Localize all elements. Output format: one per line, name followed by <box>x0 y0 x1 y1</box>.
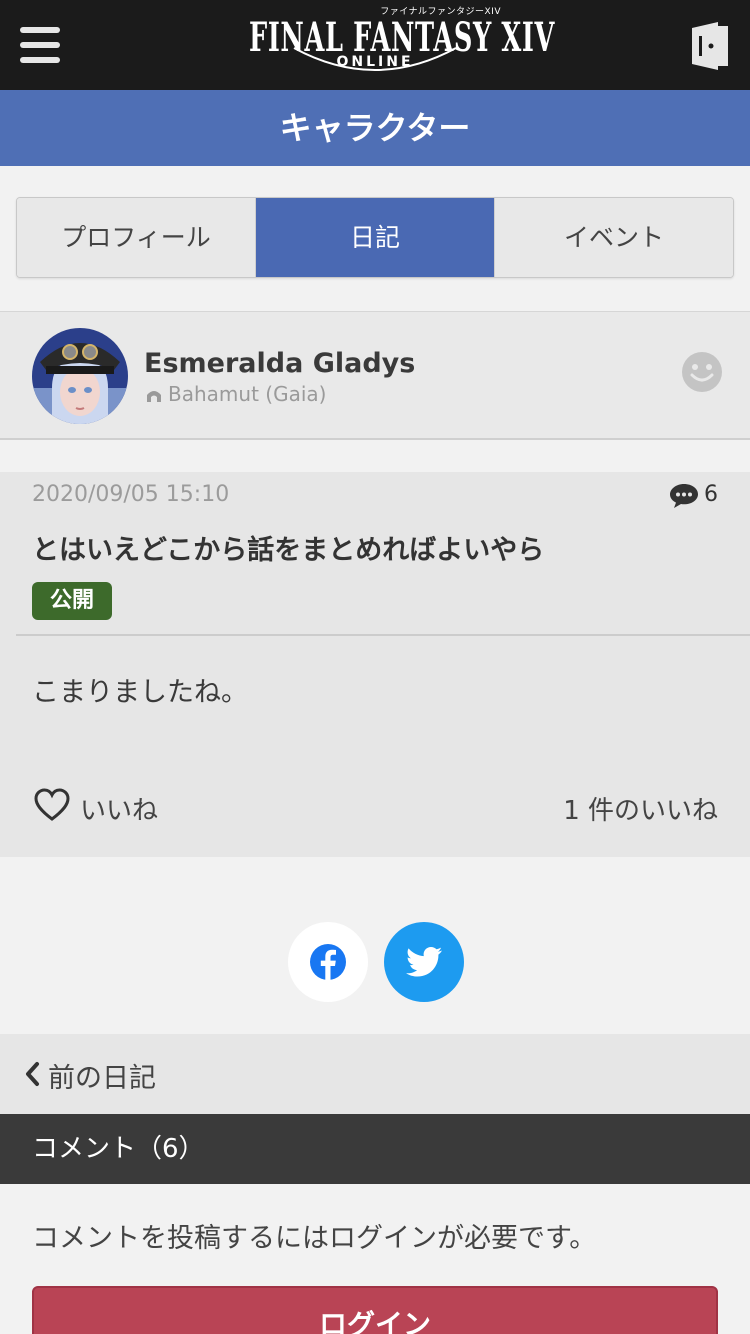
visibility-badge: 公開 <box>32 582 112 620</box>
character-card[interactable]: Esmeralda Gladys Bahamut (Gaia) <box>0 311 750 440</box>
comment-bubble-icon <box>670 484 698 508</box>
diary-title: とはいえどこから話をまとめればよいやら <box>32 535 545 566</box>
character-world: Bahamut (Gaia) <box>168 382 327 406</box>
login-required-note: コメントを投稿するにはログインが必要です。 <box>32 1223 597 1254</box>
home-world-icon <box>147 391 161 402</box>
share-twitter-button[interactable] <box>384 922 464 1002</box>
like-button[interactable]: いいね <box>80 790 158 827</box>
top-bar: ファイナルファンタジーXIV FINAL FANTASY XIV ONLINE <box>0 0 750 90</box>
logout-door-icon[interactable] <box>690 22 730 70</box>
divider <box>16 634 750 636</box>
page-title: キャラクター <box>0 90 750 166</box>
character-tabs: プロフィール 日記 イベント <box>16 197 734 278</box>
facebook-icon <box>310 944 346 980</box>
tab-event[interactable]: イベント <box>495 198 733 277</box>
like-count[interactable]: 1 件のいいね <box>563 790 718 827</box>
smiley-icon[interactable] <box>682 352 722 392</box>
diary-entry: 2020/09/05 15:10 6 とはいえどこから話をまとめればよいやら 公… <box>0 472 750 857</box>
comments-heading: コメント（6） <box>0 1114 750 1184</box>
prev-diary-bar[interactable]: 前の日記 <box>0 1034 750 1114</box>
site-logo[interactable]: ファイナルファンタジーXIV FINAL FANTASY XIV ONLINE <box>245 4 554 84</box>
twitter-icon <box>406 947 442 977</box>
login-button[interactable]: ログイン <box>32 1286 718 1334</box>
logo-online: ONLINE <box>336 54 414 70</box>
comments-section: コメントを投稿するにはログインが必要です。 ログイン <box>0 1184 750 1334</box>
character-name[interactable]: Esmeralda Gladys <box>144 348 415 379</box>
chevron-left-icon[interactable] <box>24 1061 40 1087</box>
avatar[interactable] <box>32 328 128 424</box>
diary-date: 2020/09/05 15:10 <box>32 482 230 507</box>
comment-count: 6 <box>704 482 718 507</box>
diary-body: こまりましたね。 <box>32 677 248 708</box>
prev-diary-link[interactable]: 前の日記 <box>48 1056 156 1095</box>
tab-diary[interactable]: 日記 <box>256 198 495 277</box>
heart-icon[interactable] <box>34 788 70 822</box>
share-facebook-button[interactable] <box>288 922 368 1002</box>
tab-profile[interactable]: プロフィール <box>17 198 256 277</box>
hamburger-menu-icon[interactable] <box>20 27 60 63</box>
